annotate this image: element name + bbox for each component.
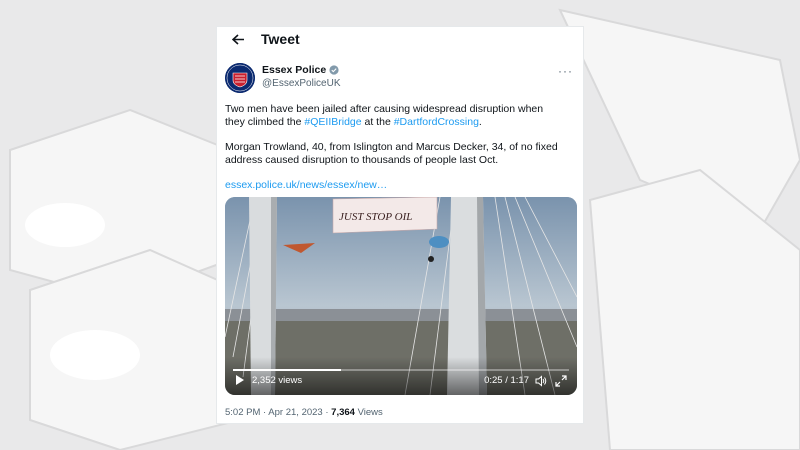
play-icon[interactable] xyxy=(235,374,245,386)
tweet-paragraph-1: Two men have been jailed after causing w… xyxy=(225,103,565,129)
tweet-views-label: Views xyxy=(354,407,383,418)
tweet-meta: 5:02 PM · Apr 21, 2023 · 7,364 Views xyxy=(225,407,383,418)
video-progress-fill xyxy=(233,369,341,371)
news-link[interactable]: essex.police.uk/news/essex/new… xyxy=(225,179,387,191)
video-player[interactable]: JUST STOP OIL 2,352 views 0:25 / 1:17 xyxy=(225,197,577,395)
display-name[interactable]: Essex Police xyxy=(262,64,326,76)
tweet-text: Two men have been jailed after causing w… xyxy=(225,103,565,204)
essex-police-crest-icon xyxy=(225,63,255,93)
hashtag-dartfordcrossing-link[interactable]: #DartfordCrossing xyxy=(394,116,479,128)
volume-icon[interactable] xyxy=(535,375,547,387)
tweet-view-count: 7,364 xyxy=(331,407,355,418)
video-views: 2,352 views xyxy=(252,375,303,386)
tweet-text-span: at the xyxy=(361,116,394,128)
tweet-header: Essex Police @EssexPoliceUK ··· xyxy=(225,63,575,97)
fullscreen-icon[interactable] xyxy=(555,375,567,387)
banner-text: JUST STOP OIL xyxy=(339,211,412,223)
tweet-topbar: Tweet xyxy=(217,27,583,51)
avatar[interactable] xyxy=(225,63,255,93)
video-progress-bar[interactable] xyxy=(233,369,569,371)
page-title: Tweet xyxy=(261,31,300,47)
back-button[interactable] xyxy=(225,27,251,51)
hashtag-qeiibridge-link[interactable]: #QEIIBridge xyxy=(304,116,361,128)
video-controls: 2,352 views 0:25 / 1:17 xyxy=(225,357,577,395)
handle[interactable]: @EssexPoliceUK xyxy=(262,78,341,89)
arrow-left-icon xyxy=(231,33,244,45)
tweet-timestamp[interactable]: 5:02 PM · Apr 21, 2023 · xyxy=(225,407,331,418)
video-timecode: 0:25 / 1:17 xyxy=(484,375,529,386)
verified-badge-icon xyxy=(329,65,339,75)
more-options-icon[interactable]: ··· xyxy=(558,65,573,77)
tweet-text-span: . xyxy=(478,116,482,128)
tweet-paragraph-2: Morgan Trowland, 40, from Islington and … xyxy=(225,141,558,166)
author-block[interactable]: Essex Police @EssexPoliceUK xyxy=(262,64,341,89)
tweet-card: Tweet Essex Police @EssexPoliceUK ··· Tw… xyxy=(216,26,584,424)
tweet-paragraph-3: essex.police.uk/news/essex/new… xyxy=(225,179,565,192)
